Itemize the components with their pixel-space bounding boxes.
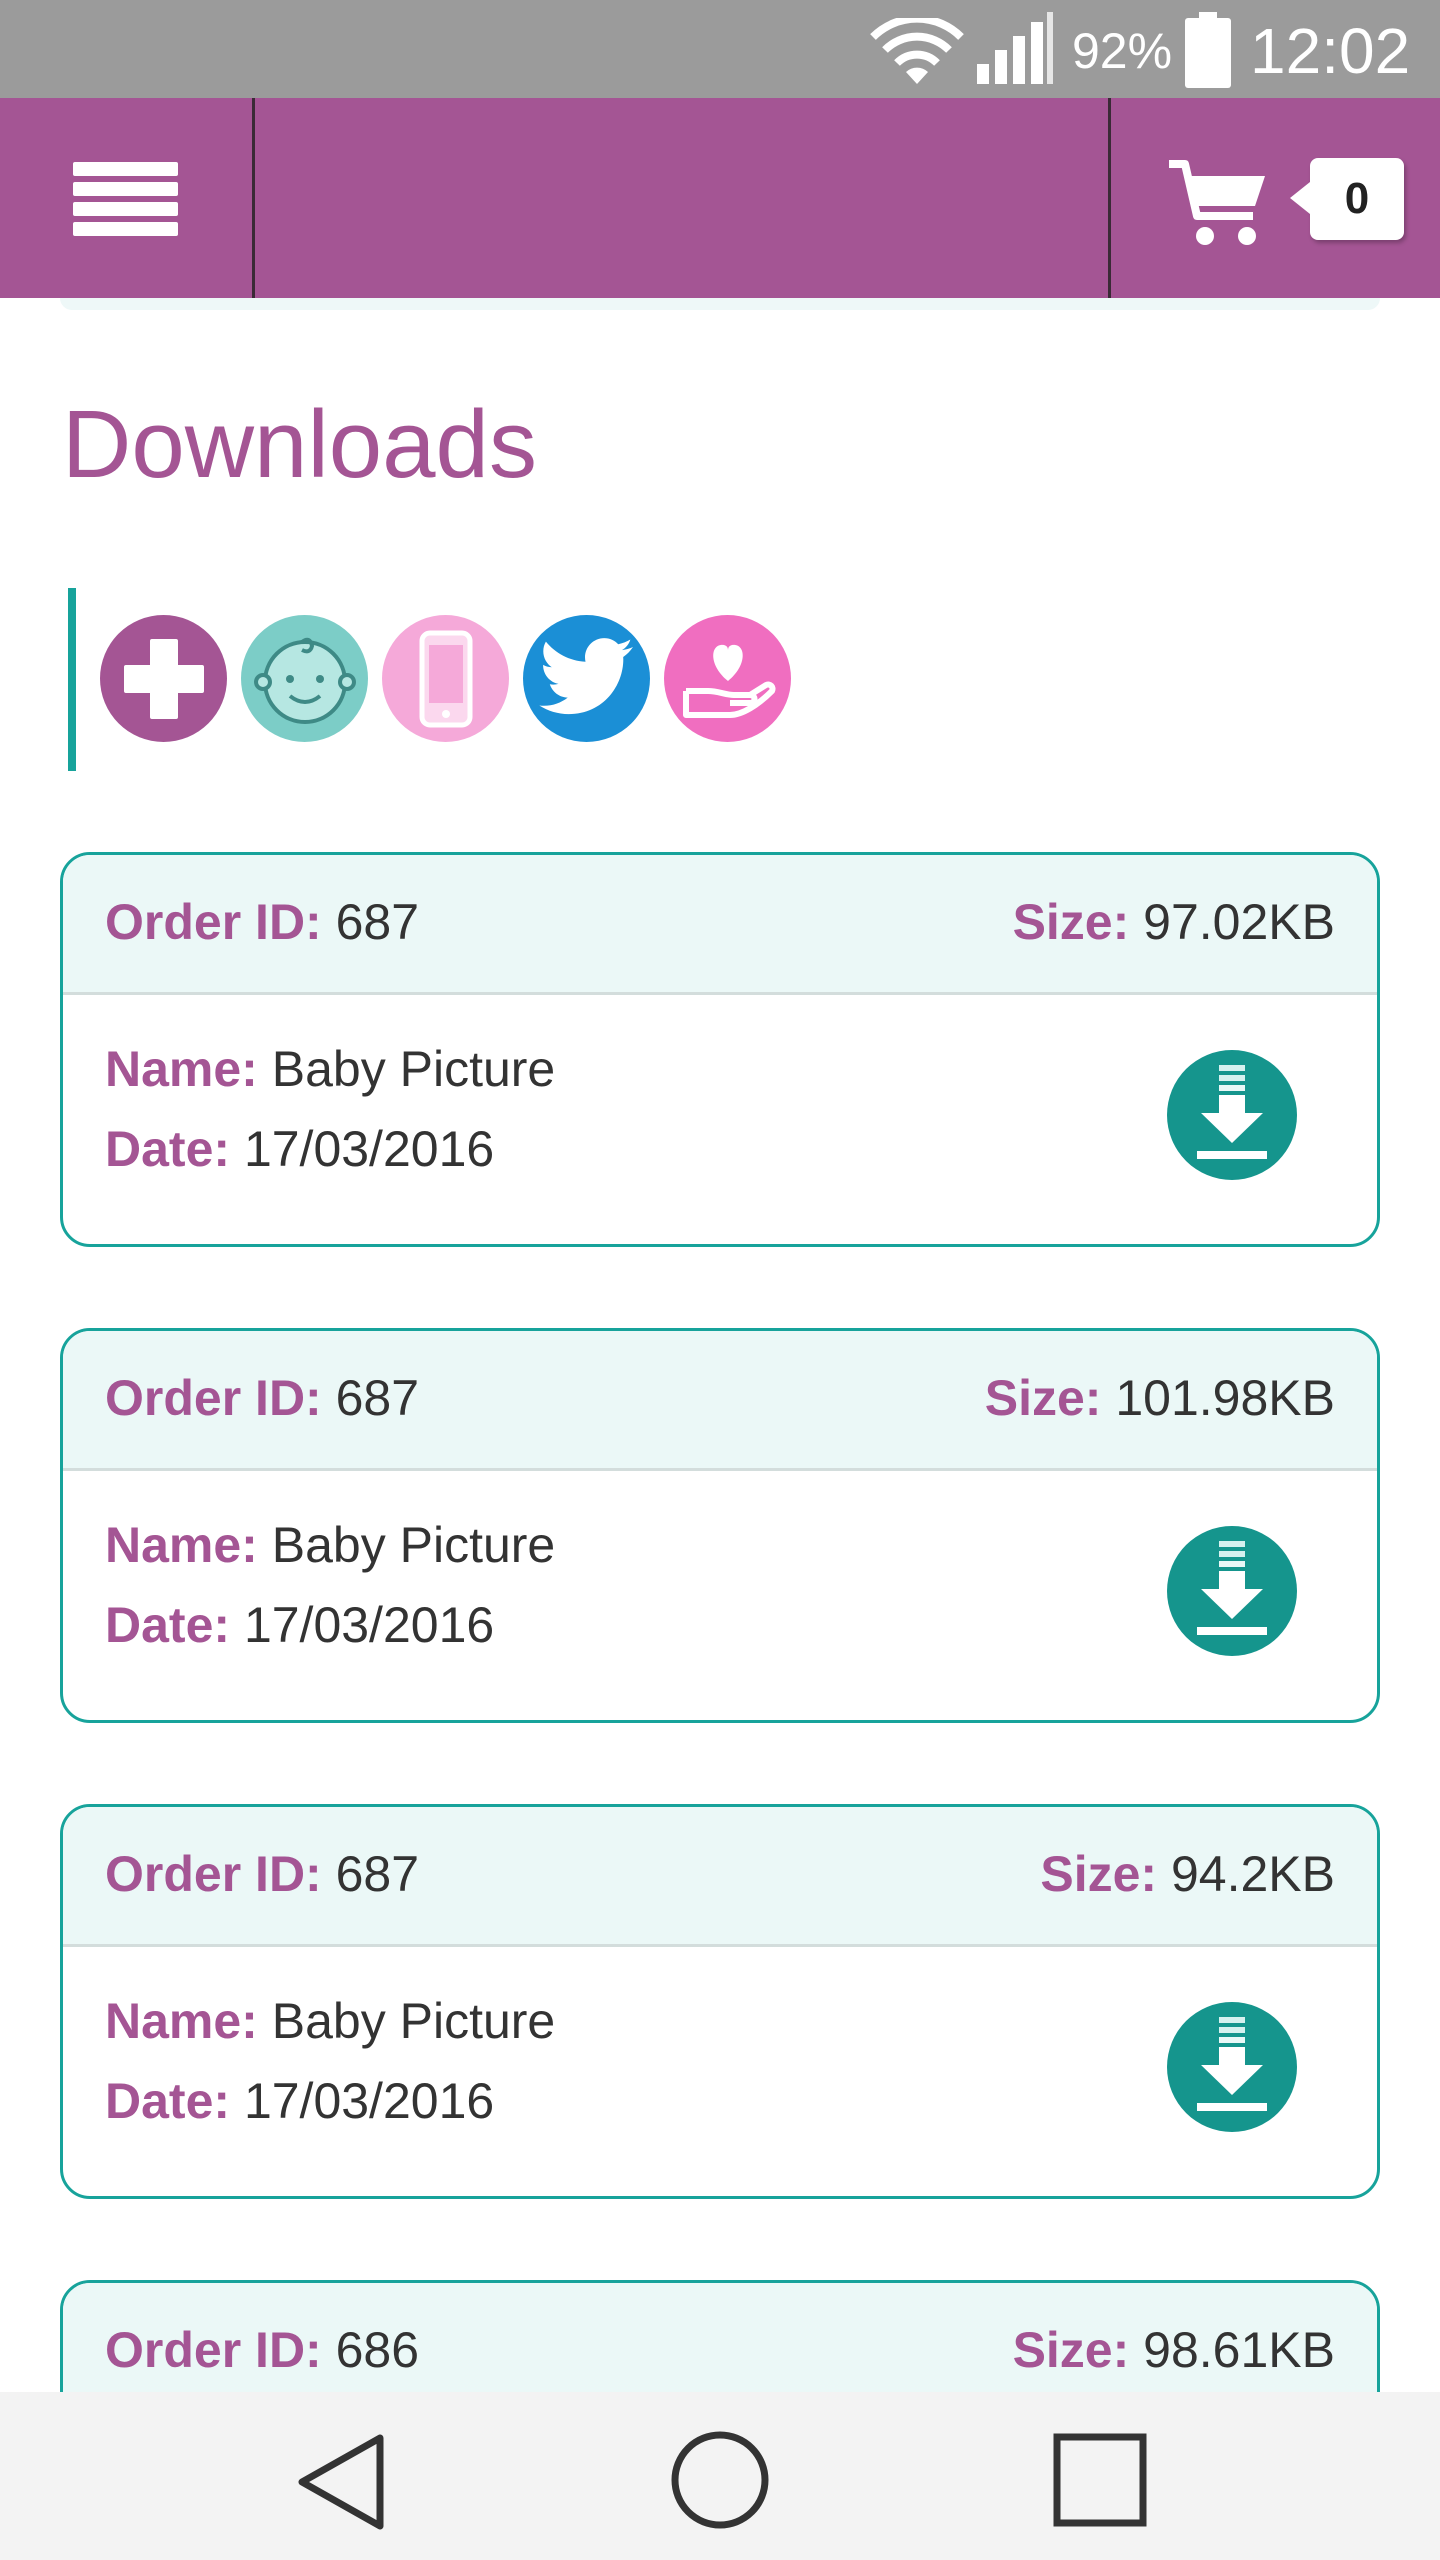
category-icon-row xyxy=(100,615,791,742)
cart-button[interactable]: 0 xyxy=(1112,98,1440,298)
header-logo-area[interactable] xyxy=(256,98,1108,298)
name-row: Name: Baby Picture xyxy=(105,1992,555,2050)
order-id-row: Order ID: 687 xyxy=(105,893,419,951)
order-card-body: Name: Baby Picture Date: 17/03/2016 xyxy=(63,995,1377,1244)
name-value: Baby Picture xyxy=(271,1517,556,1573)
order-id-label: Order ID: xyxy=(105,2322,322,2378)
home-icon[interactable] xyxy=(670,2430,770,2530)
size-value: 101.98KB xyxy=(1115,1370,1335,1426)
size-row: Size: 98.61KB xyxy=(1013,2321,1335,2379)
size-label: Size: xyxy=(1012,894,1130,950)
mobile-phone-icon[interactable] xyxy=(382,615,509,742)
order-card: Order ID: 687 Size: 101.98KB Name: Baby … xyxy=(60,1328,1380,1723)
cart-count-badge: 0 xyxy=(1290,158,1404,240)
name-label: Name: xyxy=(105,1517,258,1573)
icon-row-rule xyxy=(68,588,76,771)
name-value: Baby Picture xyxy=(271,1041,556,1097)
date-label: Date: xyxy=(105,1121,231,1177)
size-row: Size: 94.2KB xyxy=(1040,1845,1335,1903)
medical-cross-icon[interactable] xyxy=(100,615,227,742)
name-value: Baby Picture xyxy=(271,1993,556,2049)
size-row: Size: 97.02KB xyxy=(1013,893,1335,951)
order-id-row: Order ID: 687 xyxy=(105,1369,419,1427)
order-id-label: Order ID: xyxy=(105,894,322,950)
header-shadow xyxy=(60,298,1380,310)
date-row: Date: 17/03/2016 xyxy=(105,1596,494,1654)
battery-icon xyxy=(1185,12,1231,88)
download-icon xyxy=(1197,1541,1267,1635)
recent-apps-icon[interactable] xyxy=(1052,2432,1148,2528)
download-icon xyxy=(1197,2017,1267,2111)
download-button[interactable] xyxy=(1167,2002,1297,2132)
size-label: Size: xyxy=(984,1370,1102,1426)
baby-face-icon[interactable] xyxy=(241,615,368,742)
date-value: 17/03/2016 xyxy=(243,1121,495,1177)
order-id-value: 687 xyxy=(335,894,420,950)
date-value: 17/03/2016 xyxy=(243,2073,495,2129)
heart-hand-icon[interactable] xyxy=(664,615,791,742)
system-navigation-bar xyxy=(0,2392,1440,2560)
order-card-header: Order ID: 687 Size: 94.2KB xyxy=(63,1807,1377,1947)
order-id-label: Order ID: xyxy=(105,1846,322,1902)
shopping-cart-icon xyxy=(1169,160,1265,245)
order-id-value: 687 xyxy=(335,1846,420,1902)
signal-icon xyxy=(977,12,1053,84)
size-label: Size: xyxy=(1012,2322,1130,2378)
page-title: Downloads xyxy=(62,391,537,498)
date-label: Date: xyxy=(105,2073,231,2129)
name-label: Name: xyxy=(105,1041,258,1097)
order-id-value: 686 xyxy=(335,2322,420,2378)
order-id-label: Order ID: xyxy=(105,1370,322,1426)
order-card-header: Order ID: 687 Size: 101.98KB xyxy=(63,1331,1377,1471)
download-button[interactable] xyxy=(1167,1526,1297,1656)
order-card: Order ID: 687 Size: 94.2KB Name: Baby Pi… xyxy=(60,1804,1380,2199)
download-button[interactable] xyxy=(1167,1050,1297,1180)
order-card: Order ID: 687 Size: 97.02KB Name: Baby P… xyxy=(60,852,1380,1247)
date-label: Date: xyxy=(105,1597,231,1653)
size-value: 97.02KB xyxy=(1143,894,1335,950)
name-row: Name: Baby Picture xyxy=(105,1516,555,1574)
order-card-body: Name: Baby Picture Date: 17/03/2016 xyxy=(63,1947,1377,2196)
size-row: Size: 101.98KB xyxy=(985,1369,1335,1427)
name-row: Name: Baby Picture xyxy=(105,1040,555,1098)
menu-button[interactable] xyxy=(0,98,253,298)
size-value: 94.2KB xyxy=(1170,1846,1335,1902)
date-row: Date: 17/03/2016 xyxy=(105,2072,494,2130)
twitter-bird-icon[interactable] xyxy=(523,615,650,742)
order-id-row: Order ID: 686 xyxy=(105,2321,419,2379)
status-bar: 92% 12:02 xyxy=(0,0,1440,98)
order-id-value: 687 xyxy=(335,1370,420,1426)
order-card-header: Order ID: 687 Size: 97.02KB xyxy=(63,855,1377,995)
size-label: Size: xyxy=(1040,1846,1158,1902)
wifi-icon xyxy=(870,18,964,84)
battery-percent: 92% xyxy=(1072,23,1173,79)
back-icon[interactable] xyxy=(292,2432,390,2532)
clock: 12:02 xyxy=(1250,15,1411,87)
app-header: 0 xyxy=(0,98,1440,298)
date-value: 17/03/2016 xyxy=(243,1597,495,1653)
size-value: 98.61KB xyxy=(1143,2322,1335,2378)
name-label: Name: xyxy=(105,1993,258,2049)
order-id-row: Order ID: 687 xyxy=(105,1845,419,1903)
date-row: Date: 17/03/2016 xyxy=(105,1120,494,1178)
order-card-body: Name: Baby Picture Date: 17/03/2016 xyxy=(63,1471,1377,1720)
download-icon xyxy=(1197,1065,1267,1159)
